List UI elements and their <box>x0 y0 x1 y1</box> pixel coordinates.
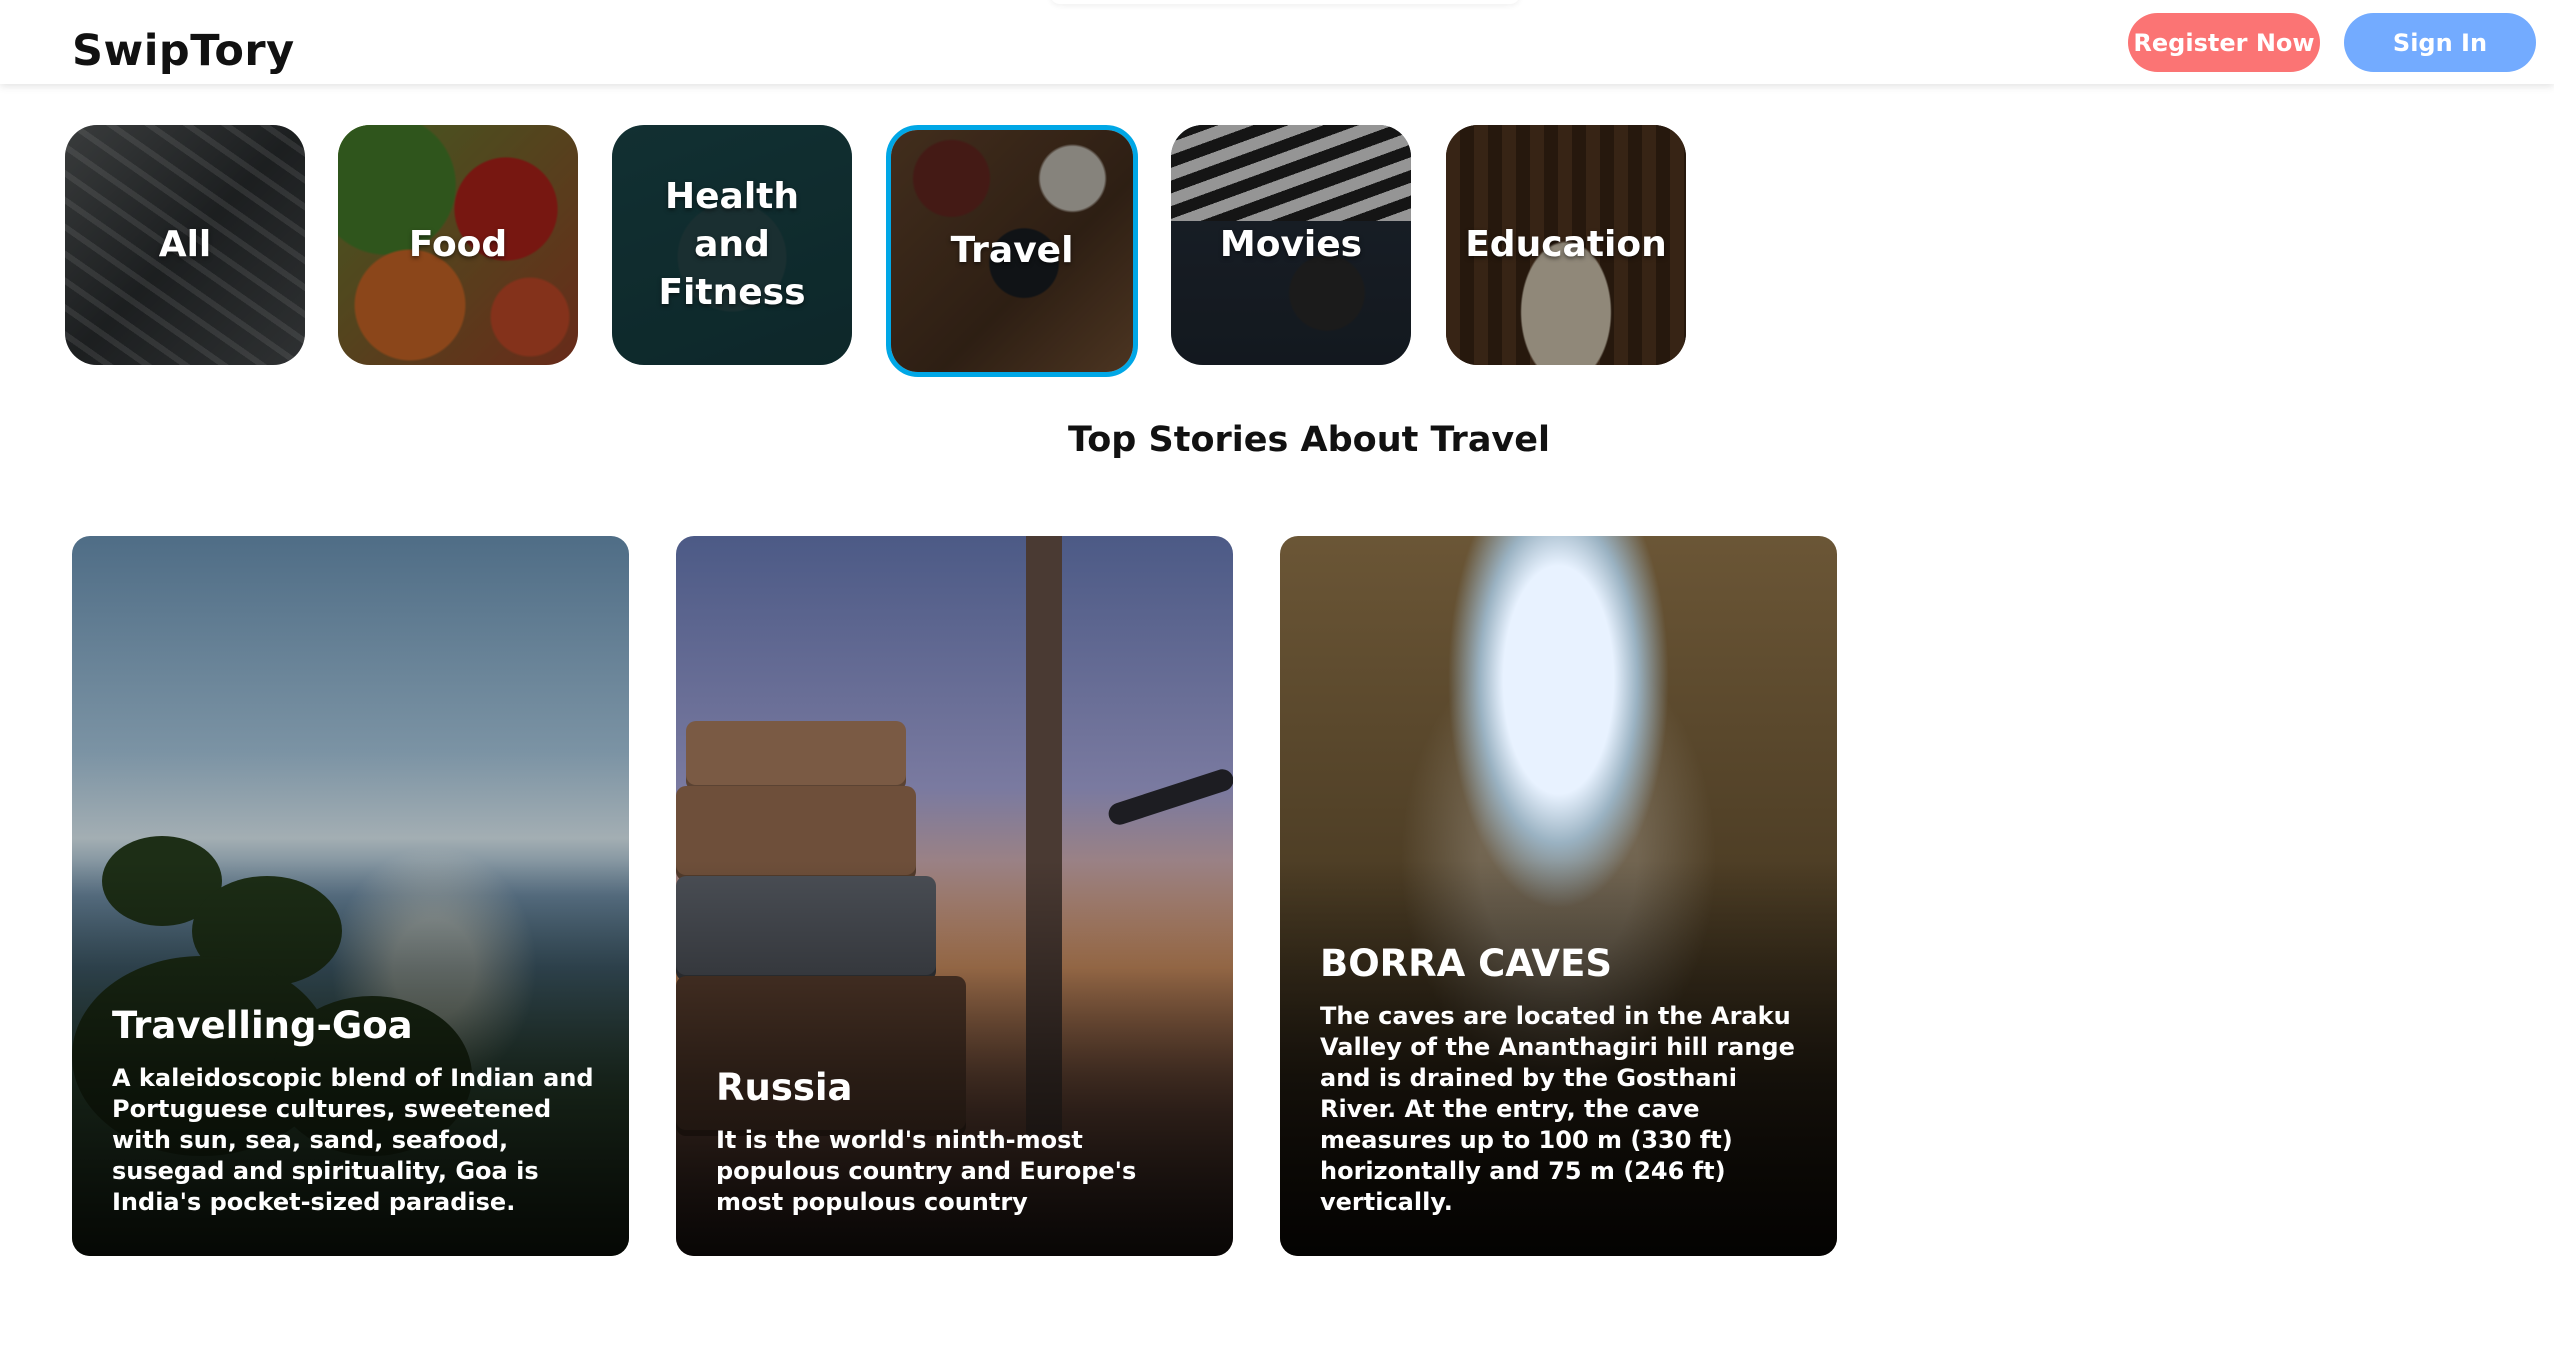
story-card-goa[interactable]: Travelling-Goa A kaleidoscopic blend of … <box>72 536 629 1256</box>
category-label: Food <box>408 224 508 265</box>
category-food[interactable]: Food <box>338 125 578 365</box>
category-label: Travel <box>950 230 1074 271</box>
category-label: All <box>158 224 212 265</box>
section-title: Top Stories About Travel <box>1068 420 1550 460</box>
app-logo[interactable]: SwipTory <box>72 26 295 76</box>
top-scroll-hint <box>1050 0 1520 4</box>
sign-in-button[interactable]: Sign In <box>2344 13 2536 72</box>
story-card-borra-caves[interactable]: BORRA CAVES The caves are located in the… <box>1280 536 1837 1256</box>
register-now-button[interactable]: Register Now <box>2128 13 2320 72</box>
category-health-and-fitness[interactable]: Health and Fitness <box>612 125 852 365</box>
category-all[interactable]: All <box>65 125 305 365</box>
story-title: Travelling-Goa <box>112 1004 413 1047</box>
story-description: It is the world's ninth-most populous co… <box>716 1126 1137 1216</box>
top-navbar: SwipTory Register Now Sign In <box>0 0 2554 84</box>
category-movies[interactable]: Movies <box>1171 125 1411 365</box>
category-label: Movies <box>1219 224 1363 265</box>
story-card-russia[interactable]: Russia It is the world's ninth-most popu… <box>676 536 1233 1256</box>
category-label: Health and Fitness <box>658 176 806 313</box>
category-travel[interactable]: Travel <box>886 125 1138 377</box>
story-title: Russia <box>716 1066 853 1109</box>
category-education[interactable]: Education <box>1446 125 1686 365</box>
story-description: A kaleidoscopic blend of Indian and Port… <box>112 1064 594 1216</box>
category-label: Education <box>1465 224 1667 265</box>
story-title: BORRA CAVES <box>1320 942 1612 985</box>
story-description: The caves are located in the Araku Valle… <box>1320 1002 1795 1216</box>
